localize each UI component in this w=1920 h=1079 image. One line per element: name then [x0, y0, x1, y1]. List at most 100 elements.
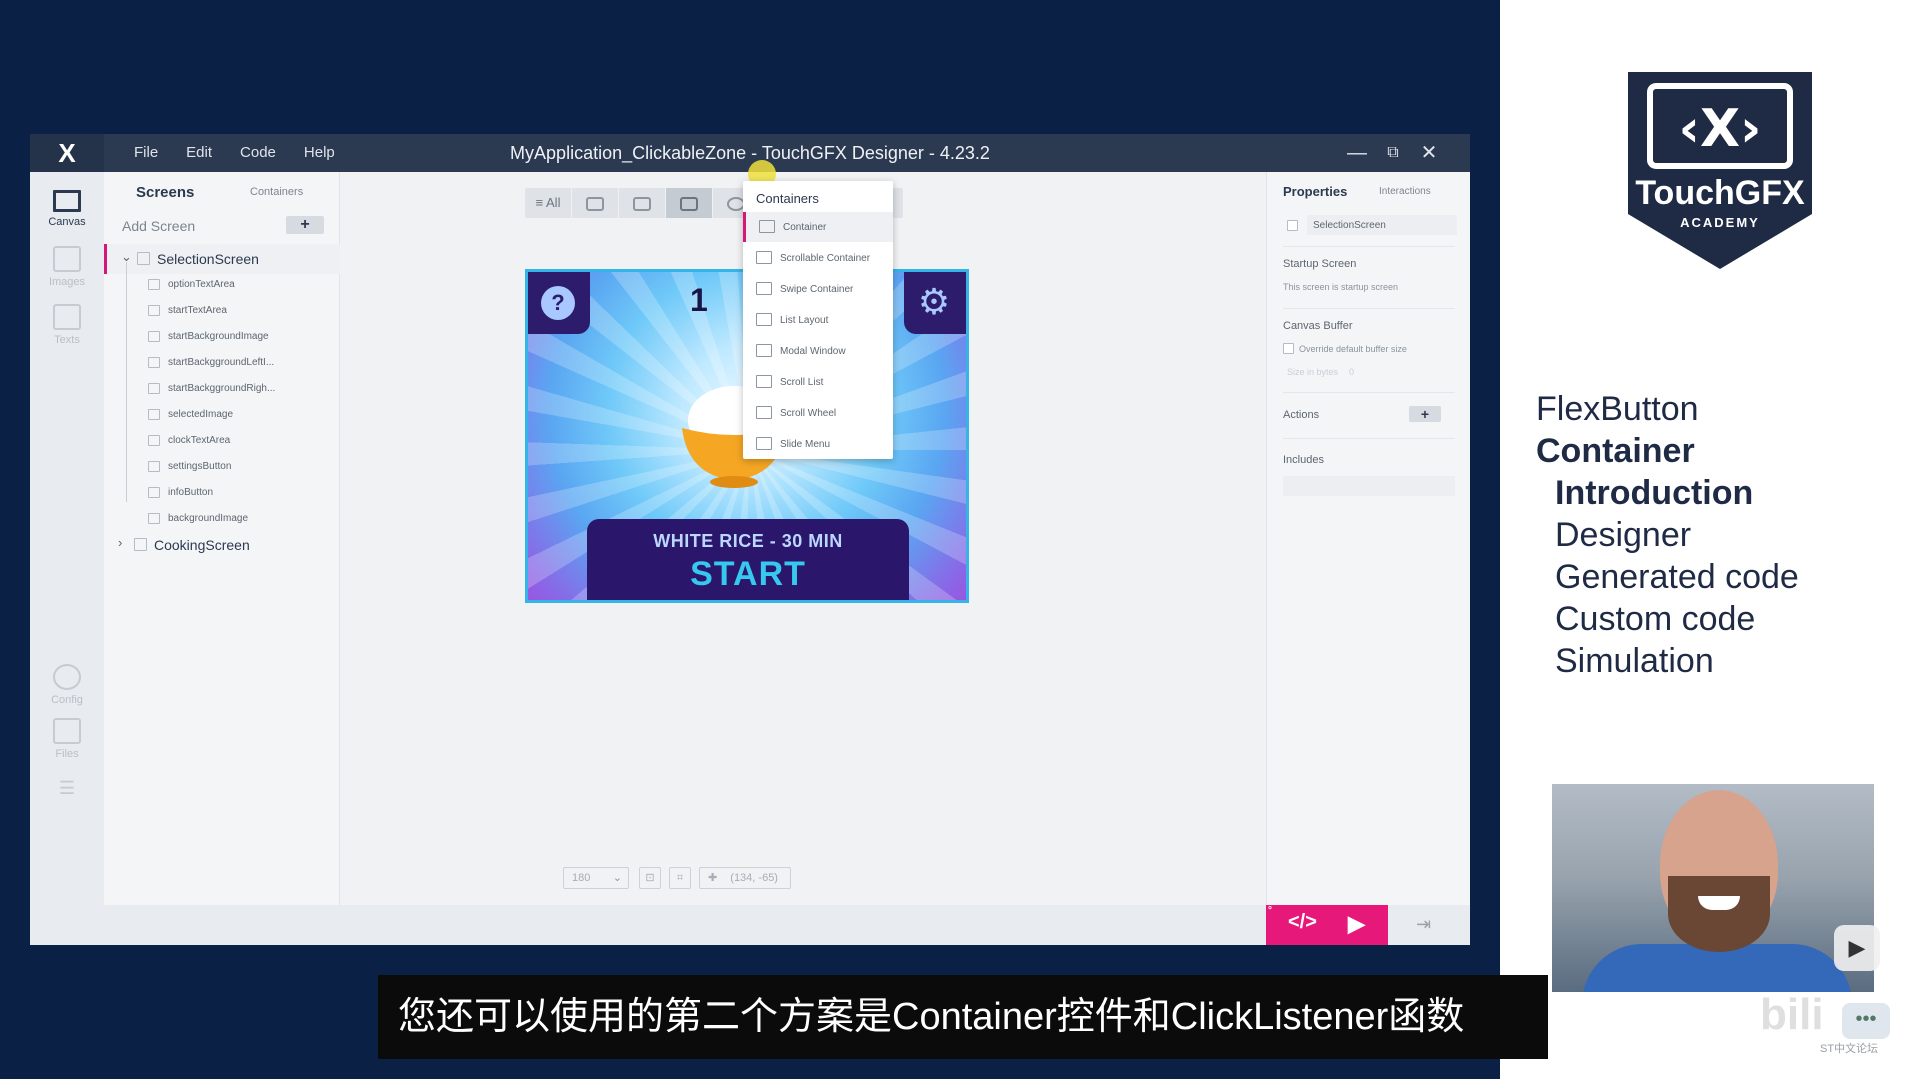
- nav-texts[interactable]: Texts: [30, 304, 104, 346]
- tree-item-label: startBackgroundImage: [168, 331, 269, 342]
- tree-item-label: selectedImage: [168, 409, 234, 420]
- option-text: WHITE RICE - 30 MIN: [653, 531, 843, 551]
- includes-field[interactable]: [1283, 476, 1455, 496]
- zoom-select[interactable]: 180 ⌄: [563, 867, 629, 889]
- run-simulator-button[interactable]: ▶: [1348, 911, 1365, 937]
- nav-files[interactable]: Files: [30, 718, 104, 760]
- chevron-right-icon[interactable]: ›: [118, 535, 122, 550]
- tree-item[interactable]: clockTextArea: [104, 428, 340, 454]
- topic-flexbutton: FlexButton: [1536, 390, 1699, 428]
- divider: [1283, 392, 1455, 393]
- move-icon: ✚: [708, 872, 718, 884]
- tree-item[interactable]: backgroundImage: [104, 506, 340, 532]
- divider: [1283, 308, 1455, 309]
- run-bar: ° </> ▶: [1266, 905, 1388, 945]
- video-subtitle: 您还可以使用的第二个方案是Container控件和ClickListener函数: [378, 975, 1548, 1059]
- zoom-value: 180: [572, 872, 591, 884]
- logo-academy: ACADEMY: [1680, 215, 1760, 230]
- status-dot-icon: °: [1268, 905, 1272, 916]
- textarea-icon: [148, 279, 160, 290]
- start-button[interactable]: WHITE RICE - 30 MIN START: [587, 519, 909, 600]
- scrollable-container-icon: [756, 251, 772, 264]
- settings-button[interactable]: ⚙: [904, 272, 966, 334]
- screen-name: SelectionScreen: [157, 251, 259, 267]
- video-play-icon[interactable]: ▶: [1834, 925, 1880, 971]
- dropdown-item-slide-menu[interactable]: Slide Menu: [743, 429, 893, 459]
- tree-item[interactable]: settingsButton: [104, 454, 340, 480]
- dropdown-item-list-layout[interactable]: List Layout: [743, 305, 893, 335]
- dropdown-item-swipe-container[interactable]: Swipe Container: [743, 274, 893, 304]
- generate-code-button[interactable]: </>: [1288, 911, 1317, 934]
- crop-button[interactable]: ⌗: [669, 867, 691, 889]
- tab-properties[interactable]: Properties: [1283, 184, 1347, 199]
- tree-item[interactable]: selectedImage: [104, 402, 340, 428]
- tree-item[interactable]: startBackgroundImage: [104, 324, 340, 350]
- topic-introduction: Introduction: [1555, 474, 1754, 512]
- nav-images[interactable]: Images: [30, 246, 104, 288]
- image-icon: [633, 196, 651, 211]
- image-icon: [148, 357, 160, 368]
- hamburger-icon[interactable]: ☰: [30, 778, 104, 799]
- container-category[interactable]: [666, 188, 713, 218]
- dropdown-item-label: List Layout: [780, 315, 829, 326]
- logo-brand: TouchGFX: [1635, 174, 1805, 212]
- layers-icon: [759, 220, 775, 233]
- actions-title: Actions: [1283, 409, 1320, 421]
- dropdown-item-scroll-wheel[interactable]: Scroll Wheel: [743, 398, 893, 428]
- screen-name: CookingScreen: [154, 537, 250, 553]
- textarea-icon: [148, 305, 160, 316]
- scroll-list-icon: [756, 375, 772, 388]
- tree-item[interactable]: startTextArea: [104, 298, 340, 324]
- divider: [1283, 246, 1455, 247]
- export-icon[interactable]: ⇥: [1416, 914, 1446, 936]
- screens-panel: Screens Containers Add Screen + ⌄ Select…: [104, 172, 340, 905]
- size-in-bytes-value: 0: [1349, 367, 1355, 377]
- tree-item-label: optionTextArea: [168, 279, 235, 290]
- tree-item[interactable]: infoButton: [104, 480, 340, 506]
- tree-screen-cookingscreen[interactable]: › CookingScreen: [104, 530, 340, 560]
- info-button[interactable]: ?: [528, 272, 590, 334]
- tree-item-label: clockTextArea: [168, 435, 231, 446]
- tree-item[interactable]: optionTextArea: [104, 272, 340, 298]
- nav-files-label: Files: [55, 748, 79, 760]
- tab-containers[interactable]: Containers: [250, 186, 303, 198]
- fit-screen-button[interactable]: ⊡: [639, 867, 661, 889]
- dropdown-item-modal-window[interactable]: Modal Window: [743, 336, 893, 366]
- dropdown-item-label: Modal Window: [780, 346, 846, 357]
- tree-item[interactable]: startBackggroundLeftI...: [104, 350, 340, 376]
- add-screen-button[interactable]: +: [286, 216, 324, 234]
- tree-screen-selectionscreen[interactable]: ⌄ SelectionScreen: [104, 244, 340, 274]
- chat-icon[interactable]: •••: [1842, 1003, 1890, 1039]
- dropdown-header: Containers: [756, 191, 819, 206]
- dropdown-item-label: Scroll List: [780, 377, 824, 388]
- close-icon[interactable]: ✕: [1408, 134, 1450, 172]
- containers-dropdown: Containers Container Scrollable Containe…: [743, 181, 893, 459]
- folder-icon: [53, 718, 81, 744]
- tree-item-label: backgroundImage: [168, 513, 249, 524]
- modal-window-icon: [756, 344, 772, 357]
- nav-canvas-label: Canvas: [48, 216, 86, 228]
- nav-images-label: Images: [48, 276, 86, 288]
- image-category[interactable]: [619, 188, 666, 218]
- nav-canvas[interactable]: Canvas: [30, 190, 104, 228]
- tab-screens[interactable]: Screens: [136, 184, 194, 201]
- topic-simulation: Simulation: [1555, 642, 1714, 680]
- add-action-button[interactable]: +: [1409, 406, 1441, 422]
- touchgfx-academy-logo: ‹X› TouchGFX ACADEMY: [1628, 72, 1812, 269]
- dropdown-item-scroll-list[interactable]: Scroll List: [743, 367, 893, 397]
- nav-config[interactable]: Config: [30, 664, 104, 706]
- button-category[interactable]: [572, 188, 619, 218]
- dropdown-item-container[interactable]: Container: [743, 212, 893, 242]
- gear-icon: ⚙: [917, 281, 951, 322]
- tree-item-label: settingsButton: [168, 461, 232, 472]
- tree-item[interactable]: startBackggroundRigh...: [104, 376, 340, 402]
- dropdown-item-scrollable-container[interactable]: Scrollable Container: [743, 243, 893, 273]
- tab-interactions[interactable]: Interactions: [1379, 186, 1431, 197]
- screen-name-value: SelectionScreen: [1313, 220, 1386, 231]
- screen-name-field[interactable]: SelectionScreen: [1307, 215, 1457, 235]
- override-buffer-checkbox[interactable]: [1283, 343, 1294, 354]
- screen-icon: [137, 252, 150, 265]
- button-icon: [586, 196, 604, 211]
- filter-all-button[interactable]: ≡ All: [525, 188, 572, 218]
- properties-panel: Properties Interactions SelectionScreen …: [1266, 172, 1470, 905]
